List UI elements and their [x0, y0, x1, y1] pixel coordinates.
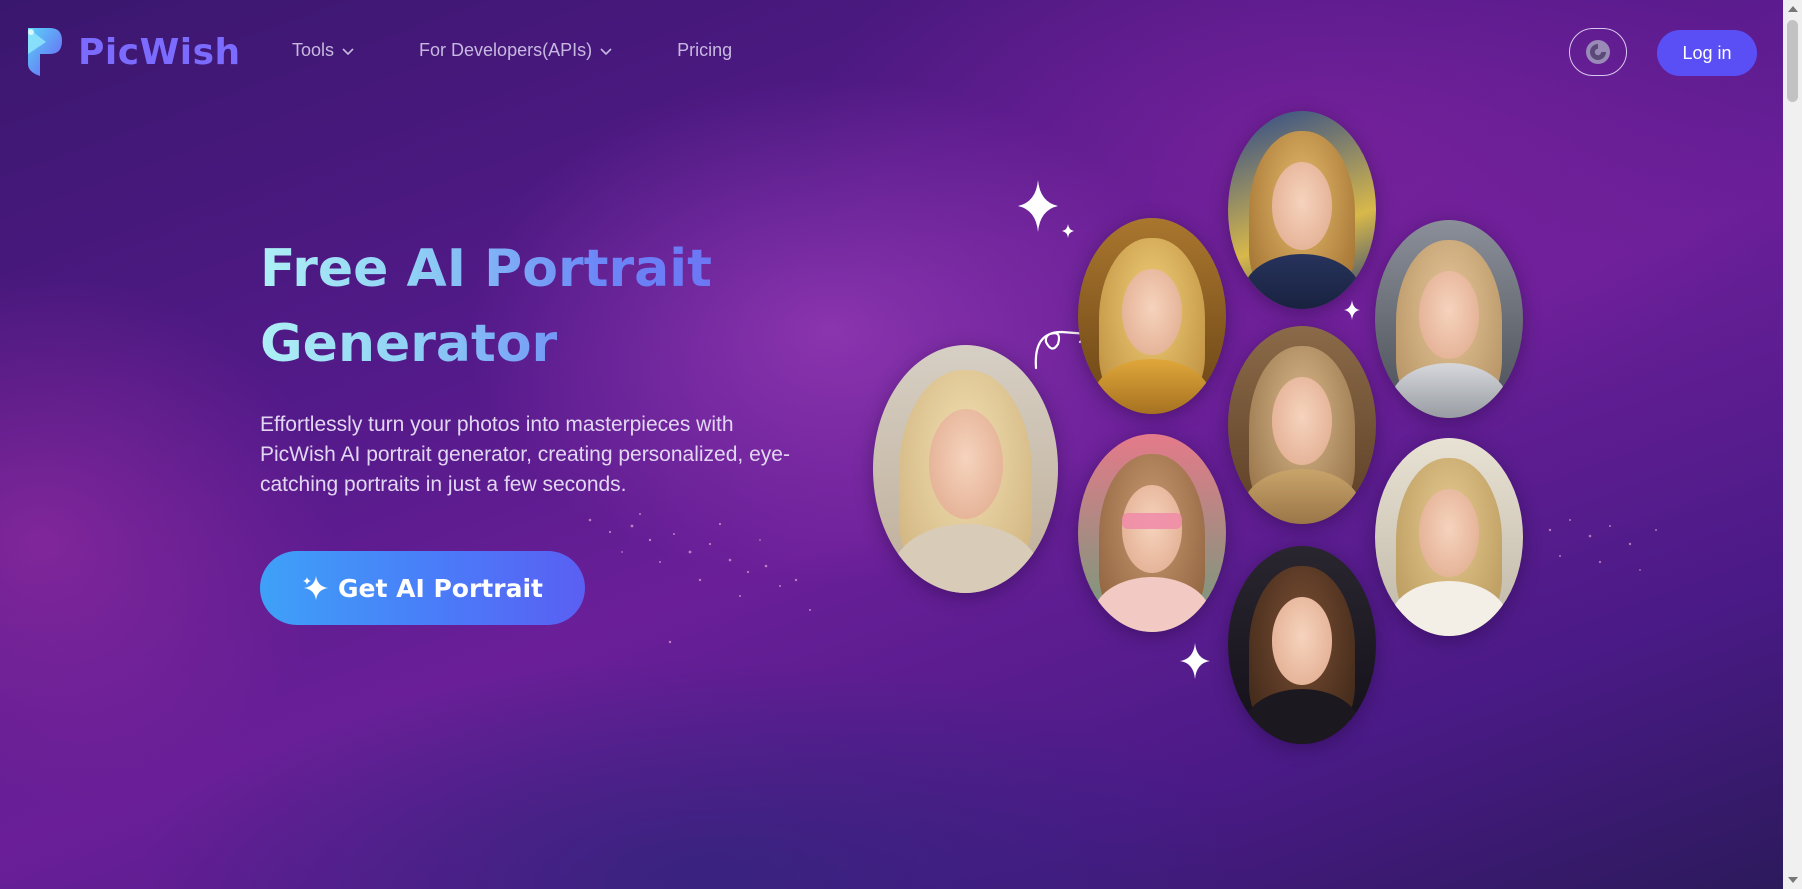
scroll-up-arrow-icon[interactable] — [1788, 6, 1798, 12]
picwish-logo-icon — [22, 24, 64, 80]
hero-title-line1: Free AI Portrait — [260, 239, 712, 299]
page-scrollbar[interactable] — [1783, 0, 1802, 889]
portrait-pink-sunglasses — [1078, 434, 1226, 632]
particle-dots-right — [1548, 519, 1657, 571]
nav-tools[interactable]: Tools — [292, 40, 355, 61]
nav-tools-label: Tools — [292, 40, 335, 60]
sparkle-decoration-large — [1018, 180, 1058, 232]
portrait-jeweled-headpiece — [1228, 326, 1376, 524]
nav-pricing-label: Pricing — [677, 40, 733, 60]
nav-developers[interactable]: For Developers(APIs) — [419, 40, 613, 61]
particle-dots — [588, 513, 811, 644]
portrait-starry-night — [1228, 111, 1376, 309]
scroll-down-arrow-icon[interactable] — [1788, 877, 1798, 883]
hero-title-line2: Generator — [260, 314, 558, 374]
portrait-golden-necklace — [1078, 218, 1226, 414]
nav-pricing[interactable]: Pricing — [677, 40, 732, 61]
sparkle-decoration-small — [1062, 224, 1074, 238]
portrait-dark-hood — [1228, 546, 1376, 744]
theme-toggle-button[interactable] — [1569, 28, 1627, 76]
hero-page: PicWish Tools For Developers(APIs) Prici… — [0, 0, 1783, 889]
get-ai-portrait-button[interactable]: Get AI Portrait — [260, 551, 585, 625]
sparkle-decoration-medium — [1180, 643, 1210, 679]
login-button[interactable]: Log in — [1657, 30, 1757, 76]
portrait-white-scarf — [1375, 438, 1523, 636]
chevron-down-icon — [600, 47, 612, 55]
portrait-astronaut — [1375, 220, 1523, 418]
chevron-down-icon — [342, 47, 354, 55]
theme-toggle-icon — [1586, 40, 1610, 64]
sparkle-icon — [303, 576, 328, 600]
brand-name: PicWish — [78, 31, 241, 73]
nav-developers-label: For Developers(APIs) — [419, 40, 593, 60]
portrait-blonde-casual — [873, 345, 1058, 593]
hero-description: Effortlessly turn your photos into maste… — [260, 413, 790, 496]
brand-logo[interactable]: PicWish — [22, 24, 241, 80]
main-nav: Tools For Developers(APIs) Pricing — [292, 40, 732, 61]
scrollbar-thumb[interactable] — [1787, 20, 1798, 102]
hero-title: Free AI Portrait Generator — [260, 232, 880, 382]
get-ai-portrait-label: Get AI Portrait — [338, 573, 543, 603]
